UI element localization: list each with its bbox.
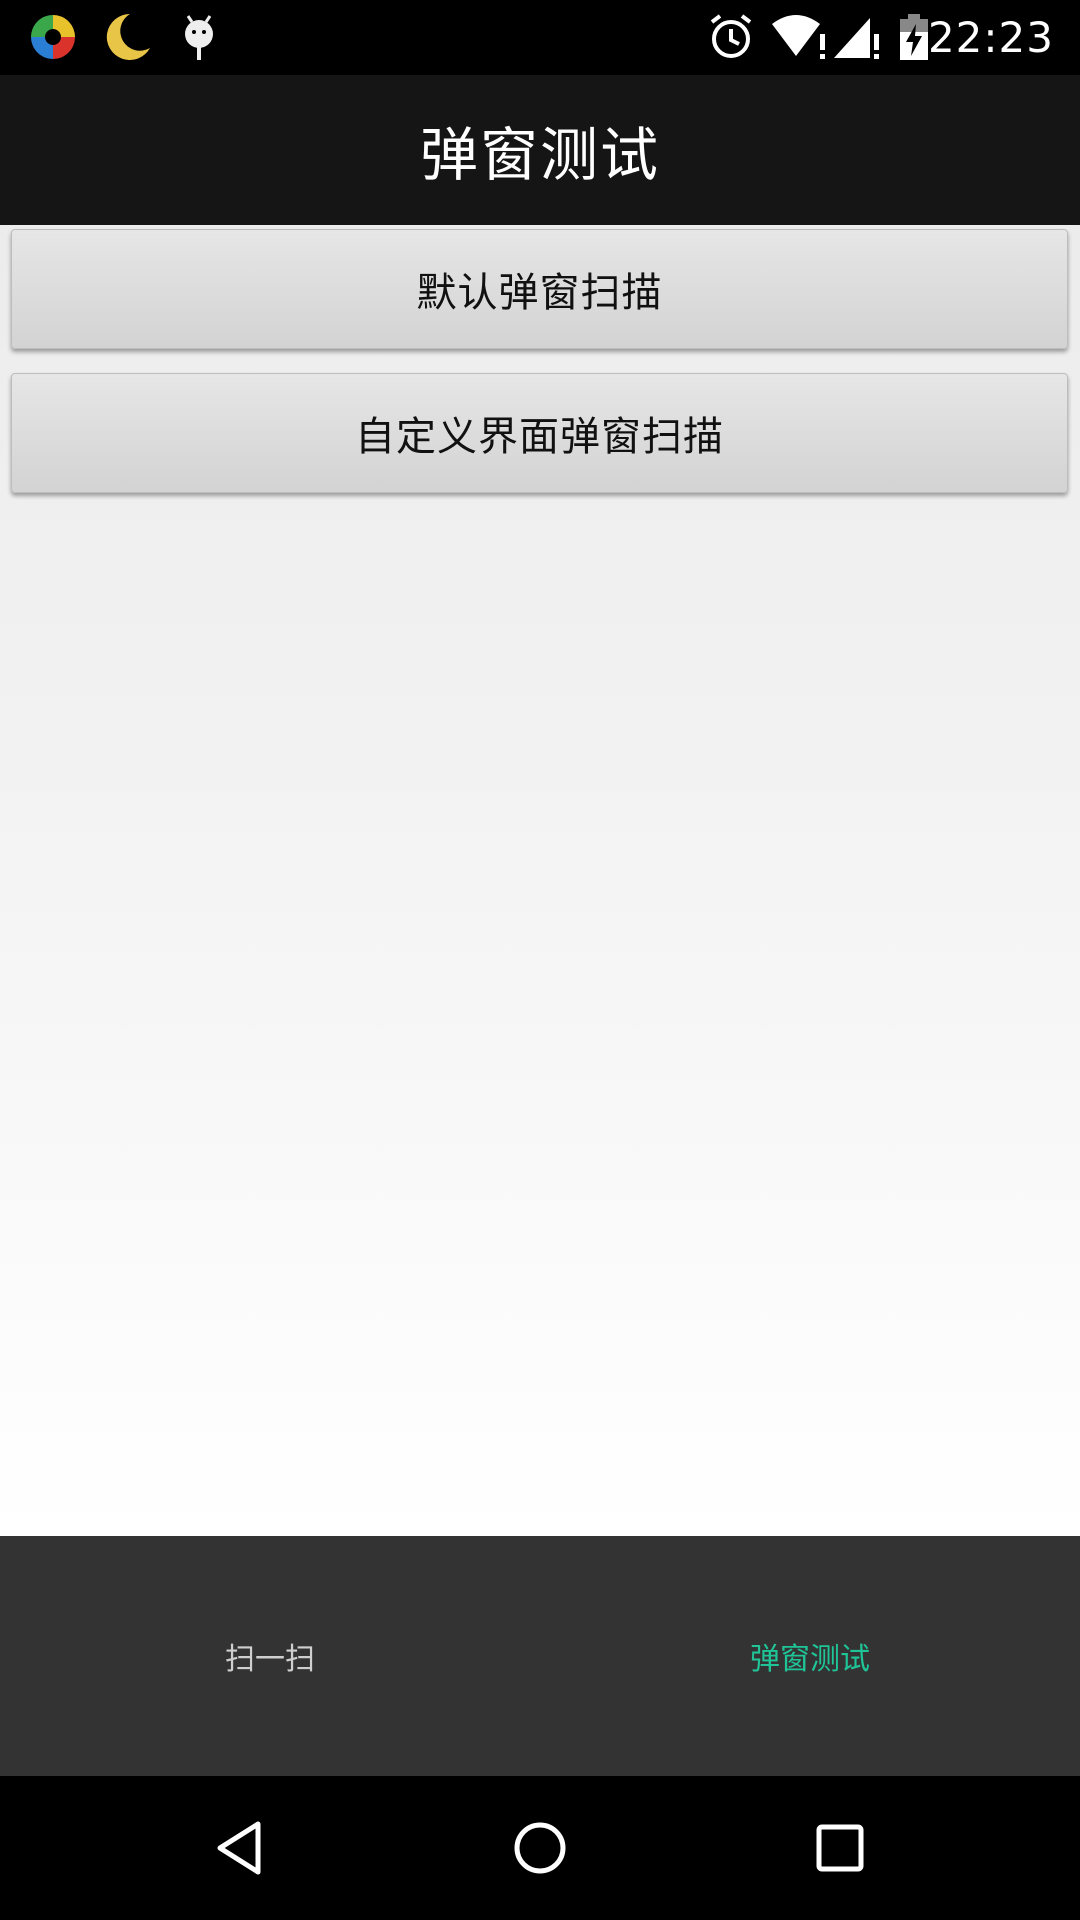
default-popup-scan-button[interactable]: 默认弹窗扫描	[11, 229, 1068, 349]
custom-popup-scan-button[interactable]: 自定义界面弹窗扫描	[11, 373, 1068, 493]
main-content: 默认弹窗扫描 自定义界面弹窗扫描	[0, 225, 1080, 1536]
alarm-icon	[710, 14, 752, 58]
bottom-tab-bar: 扫一扫 弹窗测试	[0, 1536, 1080, 1776]
android-icon	[185, 15, 213, 60]
app-bar: 弹窗测试	[0, 75, 1080, 225]
moon-icon	[106, 13, 150, 60]
recent-apps-icon[interactable]	[810, 1818, 870, 1878]
signal-icon	[834, 18, 879, 59]
back-icon[interactable]	[210, 1818, 270, 1878]
tab-scan[interactable]: 扫一扫	[0, 1536, 540, 1776]
battery-icon	[900, 14, 928, 60]
home-icon[interactable]	[510, 1818, 570, 1878]
navigation-bar	[0, 1776, 1080, 1920]
app-notification-icon	[31, 15, 75, 59]
wifi-icon	[772, 15, 825, 59]
tab-popup-test[interactable]: 弹窗测试	[540, 1536, 1080, 1776]
page-title: 弹窗测试	[419, 121, 660, 189]
status-bar: 22:23	[0, 0, 1080, 75]
status-time: 22:23	[927, 13, 1054, 62]
